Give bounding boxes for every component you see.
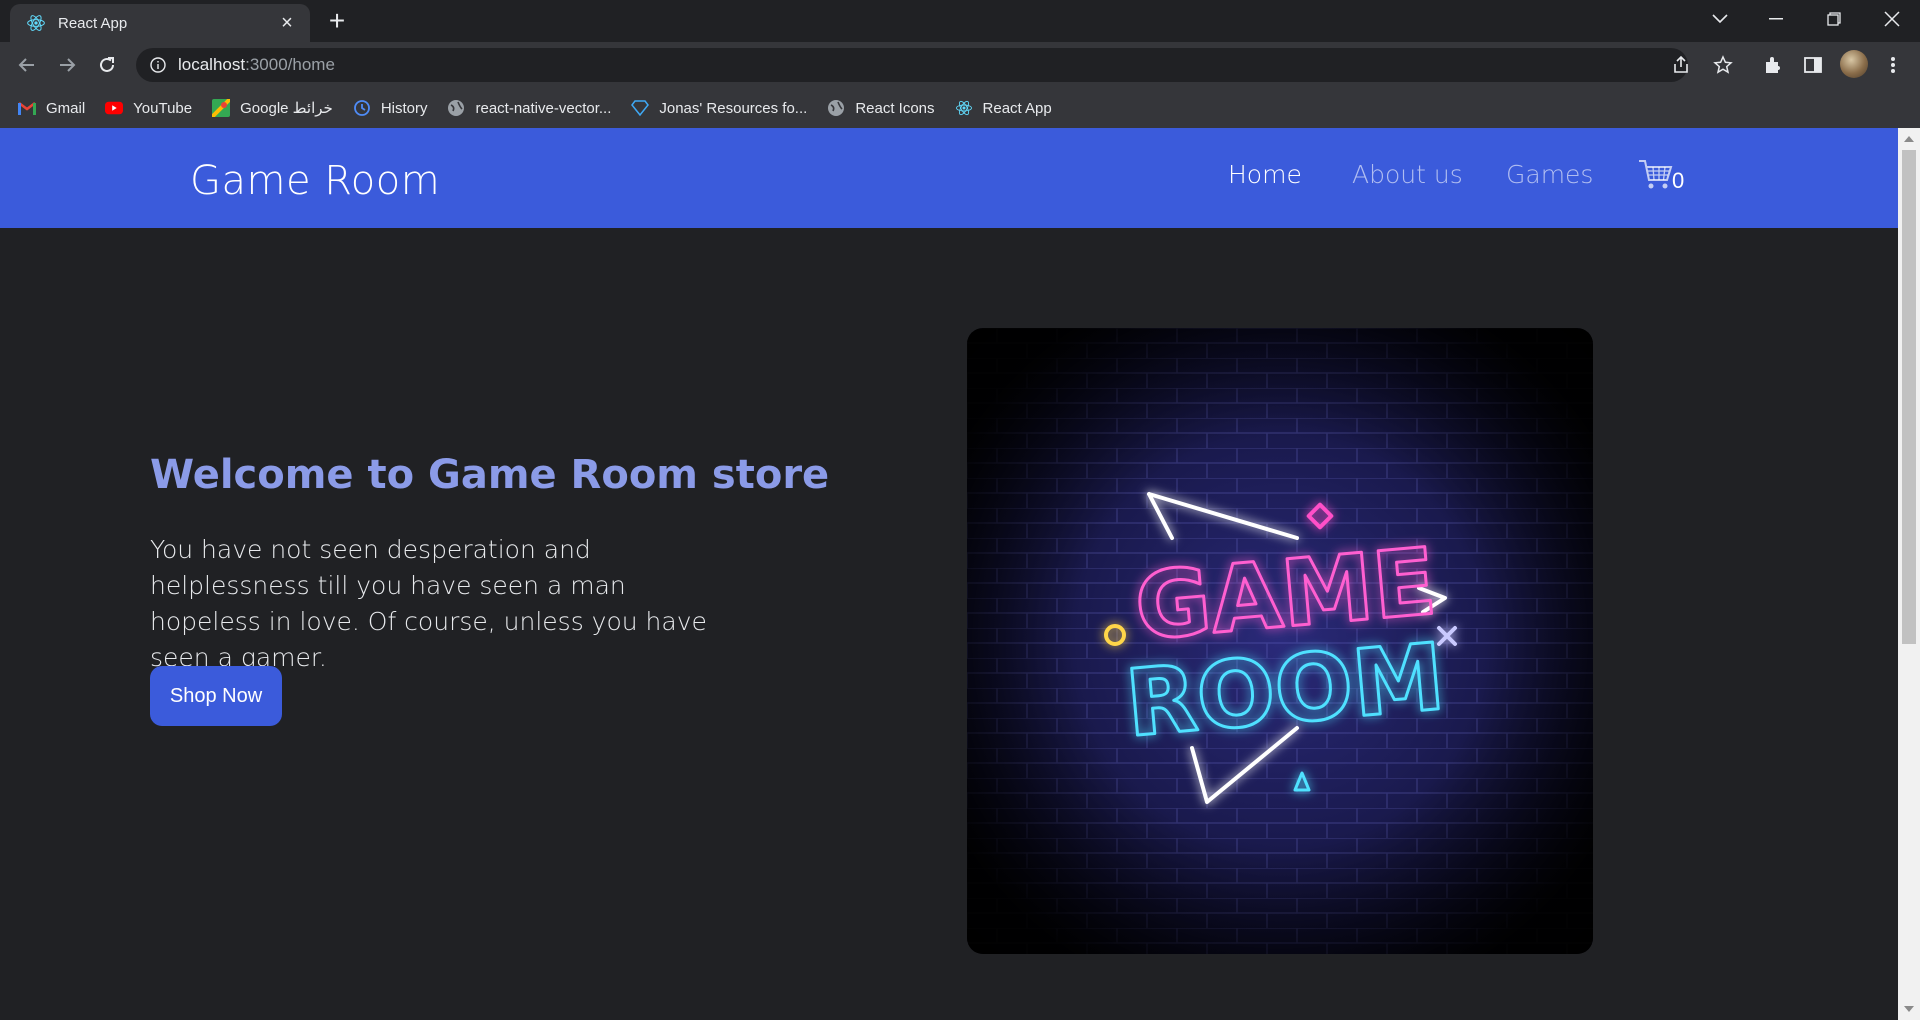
- bookmark-label: React App: [982, 99, 1052, 117]
- restore-button[interactable]: [1806, 0, 1862, 38]
- bookmark-jonas-resources[interactable]: Jonas' Resources fo...: [631, 99, 807, 117]
- info-icon[interactable]: [150, 57, 166, 73]
- tab-title: React App: [58, 14, 128, 32]
- youtube-icon: [105, 99, 124, 117]
- tab-search-icon[interactable]: [1692, 0, 1748, 38]
- close-tab-icon[interactable]: ×: [276, 13, 298, 33]
- forward-button[interactable]: [52, 50, 82, 80]
- diamond-icon: [631, 99, 650, 117]
- profile-avatar[interactable]: [1840, 50, 1868, 78]
- bookmark-star-icon[interactable]: [1708, 50, 1738, 80]
- shop-now-button[interactable]: Shop Now: [150, 666, 282, 726]
- bookmark-gmail[interactable]: Gmail: [18, 99, 85, 117]
- page-viewport: Game Room Home About us Games 0 Welcome …: [0, 128, 1898, 1020]
- browser-tab[interactable]: React App ×: [10, 4, 310, 42]
- bookmark-label: YouTube: [133, 99, 193, 117]
- nav-link-about-us[interactable]: About us: [1352, 160, 1463, 189]
- hero-title: Welcome to Game Room store: [150, 452, 830, 498]
- history-icon: [353, 99, 371, 117]
- site-navbar: Game Room Home About us Games 0: [0, 128, 1898, 228]
- bookmark-react-icons[interactable]: React Icons: [827, 99, 935, 117]
- bookmark-history[interactable]: History: [353, 99, 428, 117]
- site-brand[interactable]: Game Room: [190, 158, 440, 204]
- bookmark-label: React Icons: [855, 99, 935, 117]
- bookmark-label: Gmail: [46, 99, 86, 117]
- shopping-cart-icon: [1639, 160, 1673, 189]
- bookmark-label: react-native-vector...: [475, 99, 612, 117]
- close-window-button[interactable]: [1864, 0, 1920, 38]
- back-button[interactable]: [12, 50, 42, 80]
- globe-icon: [447, 99, 465, 117]
- bookmark-react-app[interactable]: React App: [955, 99, 1052, 117]
- globe-icon: [827, 99, 845, 117]
- scrollbar-thumb[interactable]: [1902, 150, 1916, 644]
- browser-tabstrip: React App × +: [0, 0, 1920, 42]
- google-maps-icon: [212, 99, 231, 117]
- scroll-up-icon[interactable]: [1904, 136, 1914, 142]
- url-path: :3000/home: [245, 55, 335, 74]
- hero-description: You have not seen desperation and helple…: [150, 535, 707, 672]
- scroll-down-icon[interactable]: [1904, 1006, 1914, 1012]
- bookmark-youtube[interactable]: YouTube: [105, 99, 192, 117]
- cart-button[interactable]: 0: [1638, 158, 1684, 192]
- bookmark-google-maps[interactable]: Google خرائط: [212, 99, 333, 117]
- side-panel-icon[interactable]: [1798, 50, 1828, 80]
- browser-toolbar: localhost:3000/home: [0, 42, 1920, 88]
- bookmarks-bar: Gmail YouTube Google خرائط History react…: [0, 88, 1920, 128]
- bookmark-label: History: [380, 99, 428, 117]
- new-tab-button[interactable]: +: [322, 6, 352, 36]
- game-room-neon-image: GAME ROOM: [967, 328, 1593, 954]
- url-host: localhost: [178, 55, 246, 74]
- nav-link-home[interactable]: Home: [1228, 160, 1302, 189]
- bookmark-react-native-vector[interactable]: react-native-vector...: [447, 99, 611, 117]
- nav-link-games[interactable]: Games: [1506, 160, 1593, 189]
- reload-button[interactable]: [92, 50, 122, 80]
- page-scrollbar[interactable]: [1898, 128, 1920, 1020]
- gmail-icon: [18, 99, 36, 117]
- bookmark-label: Jonas' Resources fo...: [659, 99, 808, 117]
- minimize-button[interactable]: [1748, 0, 1804, 38]
- menu-icon[interactable]: [1878, 50, 1908, 80]
- react-icon: [955, 99, 973, 117]
- address-bar[interactable]: localhost:3000/home: [136, 48, 1688, 82]
- bookmark-label: Google خرائط: [240, 100, 333, 117]
- react-icon: [27, 15, 45, 31]
- share-icon[interactable]: [1666, 50, 1696, 80]
- extensions-icon[interactable]: [1758, 50, 1788, 80]
- cart-count: 0: [1672, 168, 1685, 193]
